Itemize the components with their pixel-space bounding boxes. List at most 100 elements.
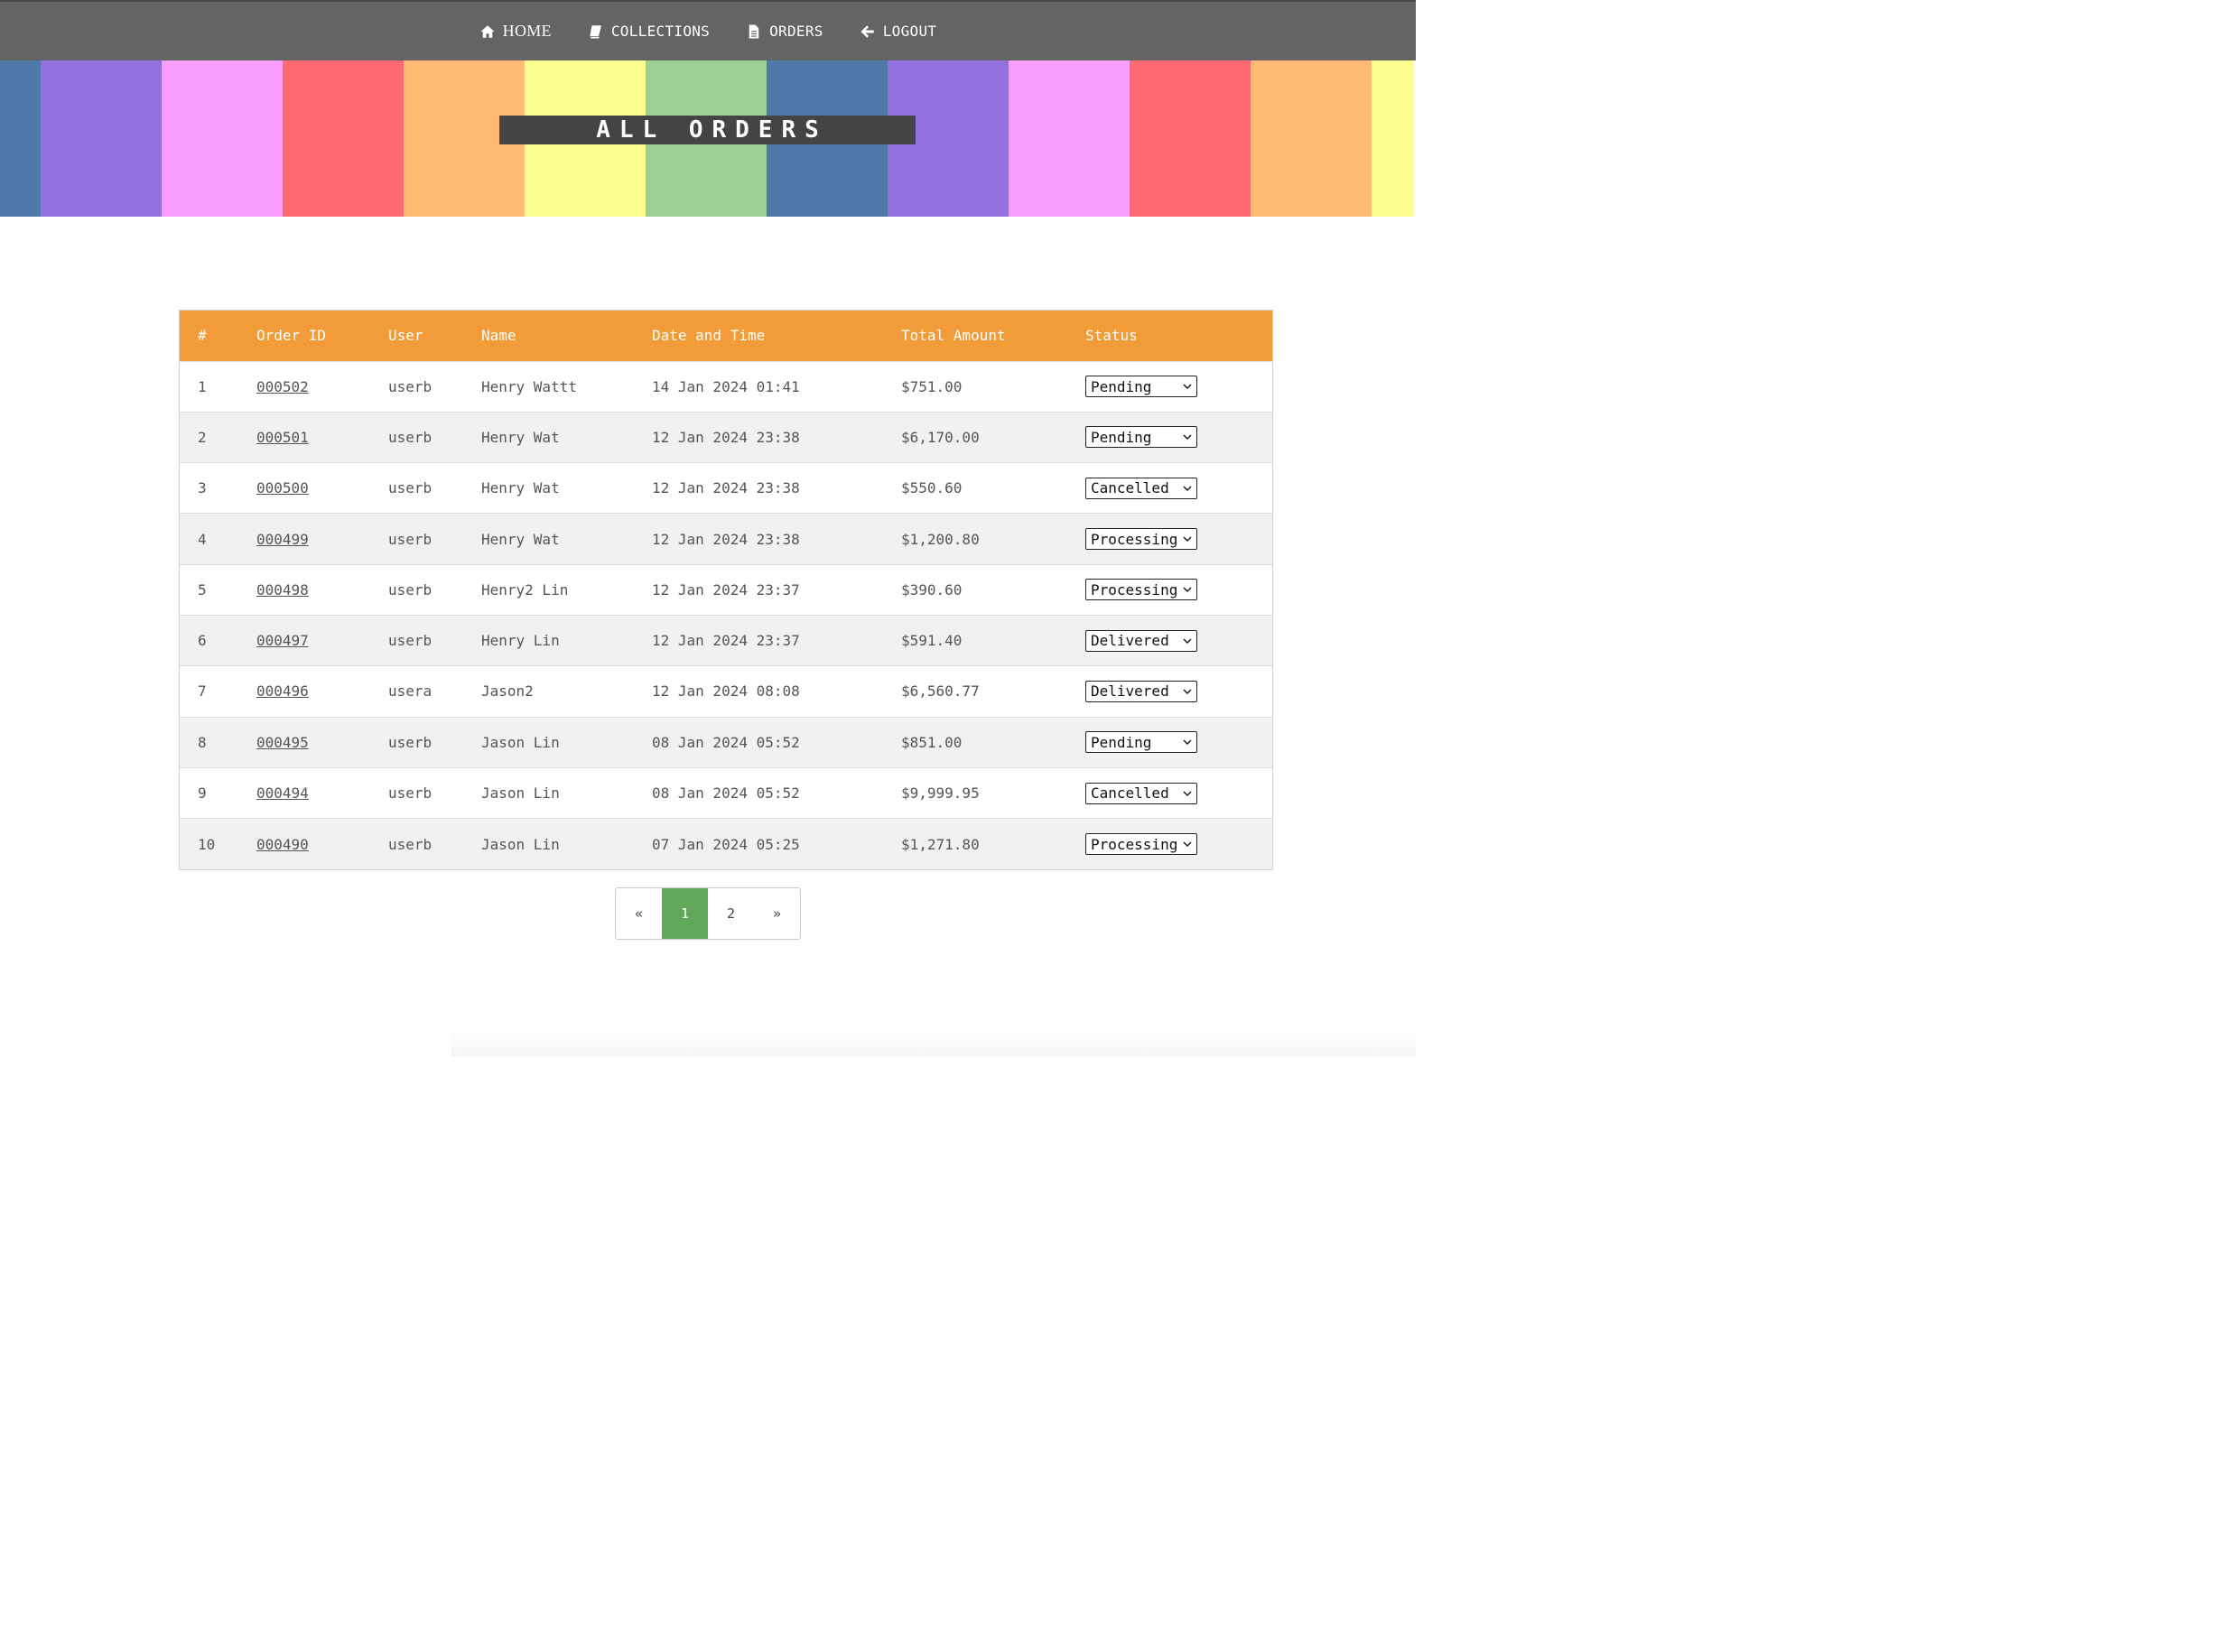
banner-stripe bbox=[0, 60, 41, 217]
row-total-amount: $390.60 bbox=[901, 580, 963, 599]
chevron-down-icon bbox=[1182, 584, 1193, 595]
status-select[interactable]: Pending bbox=[1085, 731, 1197, 754]
file-icon bbox=[746, 23, 762, 40]
header-date-time: Date and Time bbox=[652, 327, 766, 345]
header-order-id: Order ID bbox=[256, 327, 327, 345]
chevron-down-icon bbox=[1182, 432, 1193, 442]
chevron-down-icon bbox=[1182, 839, 1193, 849]
row-date-time: 12 Jan 2024 08:08 bbox=[652, 682, 800, 701]
row-number: 6 bbox=[198, 632, 207, 650]
table-row: 9 000494 userb Jason Lin 08 Jan 2024 05:52 $9… bbox=[180, 767, 1272, 819]
status-select-value: Cancelled bbox=[1091, 479, 1169, 497]
status-select[interactable]: Cancelled bbox=[1085, 477, 1197, 499]
order-id-link[interactable]: 000490 bbox=[256, 836, 309, 853]
chevron-down-icon bbox=[1182, 636, 1193, 646]
status-select-value: Pending bbox=[1091, 377, 1152, 395]
status-select-value: Pending bbox=[1091, 733, 1152, 751]
page-bottom-shadow bbox=[451, 1029, 1416, 1056]
order-id-link[interactable]: 000495 bbox=[256, 734, 309, 751]
row-date-time: 12 Jan 2024 23:38 bbox=[652, 479, 800, 497]
nav-collections-link[interactable]: COLLECTIONS bbox=[588, 23, 710, 40]
row-number: 1 bbox=[198, 377, 207, 395]
row-number: 2 bbox=[198, 428, 207, 446]
order-id-link[interactable]: 000500 bbox=[256, 479, 309, 497]
order-id-link[interactable]: 000497 bbox=[256, 632, 309, 649]
nav-home-link[interactable]: HOME bbox=[479, 22, 552, 41]
status-select-value: Delivered bbox=[1091, 682, 1169, 701]
banner-stripe bbox=[162, 60, 283, 217]
pagination-page-2[interactable]: 2 bbox=[708, 888, 754, 939]
row-name: Henry Wat bbox=[481, 428, 560, 446]
pagination-next-button[interactable]: » bbox=[754, 888, 800, 939]
row-number: 7 bbox=[198, 682, 207, 701]
status-select-value: Pending bbox=[1091, 428, 1152, 446]
pagination-prev-button[interactable]: « bbox=[616, 888, 662, 939]
row-user: userb bbox=[388, 835, 433, 853]
row-name: Henry Wattt bbox=[481, 377, 577, 395]
order-id-link[interactable]: 000499 bbox=[256, 531, 309, 548]
row-total-amount: $6,170.00 bbox=[901, 428, 980, 446]
table-row: 7 000496 usera Jason2 12 Jan 2024 08:08 $6,56… bbox=[180, 665, 1272, 718]
arrow-left-icon bbox=[860, 23, 876, 40]
status-select-value: Processing bbox=[1091, 580, 1178, 599]
status-select-value: Processing bbox=[1091, 835, 1178, 853]
table-row: 1 000502 userb Henry Wattt 14 Jan 2024 01:41… bbox=[180, 361, 1272, 413]
status-select[interactable]: Processing bbox=[1085, 833, 1197, 856]
home-icon bbox=[479, 23, 496, 40]
order-id-link[interactable]: 000496 bbox=[256, 682, 309, 700]
table-row: 6 000497 userb Henry Lin 12 Jan 2024 23:37 $5… bbox=[180, 615, 1272, 666]
table-row: 10 000490 userb Jason Lin 07 Jan 2024 05:25 $… bbox=[180, 818, 1272, 869]
header-status: Status bbox=[1085, 327, 1138, 345]
nav-logout-link[interactable]: LOGOUT bbox=[860, 23, 937, 40]
status-select[interactable]: Pending bbox=[1085, 376, 1197, 398]
row-date-time: 07 Jan 2024 05:25 bbox=[652, 835, 800, 853]
order-id-link[interactable]: 000501 bbox=[256, 429, 309, 446]
chevron-down-icon bbox=[1182, 483, 1193, 494]
row-user: userb bbox=[388, 479, 433, 497]
status-select-value: Processing bbox=[1091, 530, 1178, 548]
row-name: Jason Lin bbox=[481, 835, 560, 853]
row-name: Henry Lin bbox=[481, 632, 560, 650]
row-name: Henry2 Lin bbox=[481, 580, 569, 599]
row-total-amount: $591.40 bbox=[901, 632, 963, 650]
page-title: ALL ORDERS bbox=[499, 116, 916, 144]
row-name: Jason Lin bbox=[481, 784, 560, 803]
row-total-amount: $1,200.80 bbox=[901, 530, 980, 548]
chevron-down-icon bbox=[1182, 686, 1193, 697]
status-select[interactable]: Delivered bbox=[1085, 680, 1197, 702]
chevron-down-icon bbox=[1182, 381, 1193, 392]
status-select[interactable]: Pending bbox=[1085, 426, 1197, 449]
row-number: 10 bbox=[198, 835, 216, 853]
row-user: userb bbox=[388, 530, 433, 548]
header-name: Name bbox=[481, 327, 516, 345]
row-number: 9 bbox=[198, 784, 207, 803]
status-select[interactable]: Processing bbox=[1085, 528, 1197, 551]
banner: ALL ORDERS bbox=[0, 60, 1416, 217]
banner-stripe bbox=[1372, 60, 1414, 217]
row-number: 8 bbox=[198, 733, 207, 751]
chevron-down-icon bbox=[1182, 737, 1193, 747]
banner-stripe bbox=[41, 60, 162, 217]
pagination-page-1[interactable]: 1 bbox=[662, 888, 708, 939]
order-id-link[interactable]: 000494 bbox=[256, 784, 309, 802]
order-id-link[interactable]: 000498 bbox=[256, 581, 309, 599]
row-total-amount: $751.00 bbox=[901, 377, 963, 395]
nav-logout-label: LOGOUT bbox=[882, 23, 937, 40]
row-user: userb bbox=[388, 377, 433, 395]
table-row: 8 000495 userb Jason Lin 08 Jan 2024 05:52 $8… bbox=[180, 717, 1272, 768]
row-user: userb bbox=[388, 428, 433, 446]
status-select[interactable]: Cancelled bbox=[1085, 782, 1197, 804]
nav-orders-link[interactable]: ORDERS bbox=[746, 23, 823, 40]
row-date-time: 14 Jan 2024 01:41 bbox=[652, 377, 800, 395]
banner-stripe bbox=[283, 60, 404, 217]
row-date-time: 08 Jan 2024 05:52 bbox=[652, 784, 800, 803]
nav-home-label: HOME bbox=[502, 22, 552, 40]
row-user: userb bbox=[388, 580, 433, 599]
row-name: Henry Wat bbox=[481, 530, 560, 548]
status-select[interactable]: Delivered bbox=[1085, 629, 1197, 652]
row-total-amount: $851.00 bbox=[901, 733, 963, 751]
order-id-link[interactable]: 000502 bbox=[256, 378, 309, 395]
chevron-down-icon bbox=[1182, 788, 1193, 799]
row-user: userb bbox=[388, 632, 433, 650]
status-select[interactable]: Processing bbox=[1085, 579, 1197, 601]
